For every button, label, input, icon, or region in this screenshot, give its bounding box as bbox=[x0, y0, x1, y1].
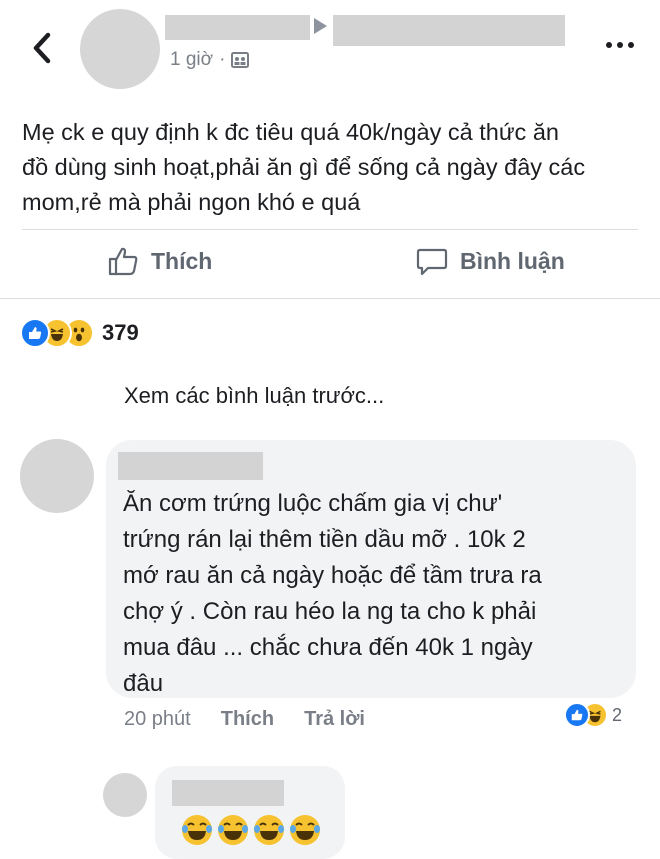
reply-avatar[interactable] bbox=[103, 773, 147, 817]
comment-bubble-icon bbox=[416, 248, 448, 276]
share-arrow-icon bbox=[314, 18, 327, 34]
meta-separator: · bbox=[219, 49, 226, 70]
back-button[interactable] bbox=[22, 28, 62, 68]
comment-text: Ăn cơm trứng luộc chấm gia vị chư' trứng… bbox=[123, 490, 542, 697]
comment-label: Bình luận bbox=[460, 247, 565, 274]
laughing-tears-icon bbox=[254, 815, 284, 845]
thumbs-up-icon bbox=[108, 247, 138, 276]
commenter-name-redacted[interactable] bbox=[118, 452, 263, 480]
author-name-redacted[interactable] bbox=[165, 15, 310, 40]
post-action-bar: Thích Bình luận bbox=[0, 230, 660, 298]
laughing-tears-icon bbox=[218, 815, 248, 845]
post-header: 1 giờ · bbox=[0, 0, 660, 100]
group-privacy-icon bbox=[231, 52, 250, 68]
more-dots-icon bbox=[606, 42, 612, 48]
comment-like-button[interactable]: Thích bbox=[221, 708, 274, 731]
reply-name-redacted[interactable] bbox=[172, 780, 284, 806]
comment-time: 20 phút bbox=[124, 708, 191, 730]
more-options-button[interactable] bbox=[600, 30, 640, 60]
like-button[interactable]: Thích bbox=[107, 246, 212, 276]
like-label: Thích bbox=[151, 247, 213, 274]
laughing-tears-icon bbox=[182, 815, 212, 845]
post-time[interactable]: 1 giờ bbox=[170, 49, 213, 71]
like-reaction-icon bbox=[20, 318, 50, 348]
comment-reactions[interactable]: 2 bbox=[560, 700, 627, 730]
post-meta: 1 giờ · bbox=[170, 49, 250, 71]
group-name-redacted[interactable] bbox=[333, 15, 565, 46]
laughing-tears-icon bbox=[290, 815, 320, 845]
divider bbox=[0, 298, 660, 299]
reactions-summary[interactable]: 379 bbox=[20, 318, 139, 348]
commenter-avatar[interactable] bbox=[20, 439, 94, 513]
comment-reply-button[interactable]: Trả lời bbox=[304, 708, 365, 731]
like-reaction-icon bbox=[564, 702, 590, 728]
more-dot bbox=[628, 42, 634, 48]
comment-meta: 20 phút Thích Trả lời bbox=[124, 708, 365, 731]
reaction-count: 379 bbox=[102, 320, 139, 345]
comment-button[interactable]: Bình luận bbox=[416, 246, 565, 276]
author-avatar[interactable] bbox=[80, 9, 160, 89]
reply-emoji-row bbox=[180, 813, 322, 847]
comment-reaction-count: 2 bbox=[612, 704, 623, 725]
more-dot bbox=[617, 42, 623, 48]
chevron-left-icon bbox=[33, 32, 51, 64]
view-previous-comments-link[interactable]: Xem các bình luận trước... bbox=[124, 383, 384, 409]
post-body: Mẹ ck e quy định k đc tiêu quá 40k/ngày … bbox=[22, 119, 586, 215]
